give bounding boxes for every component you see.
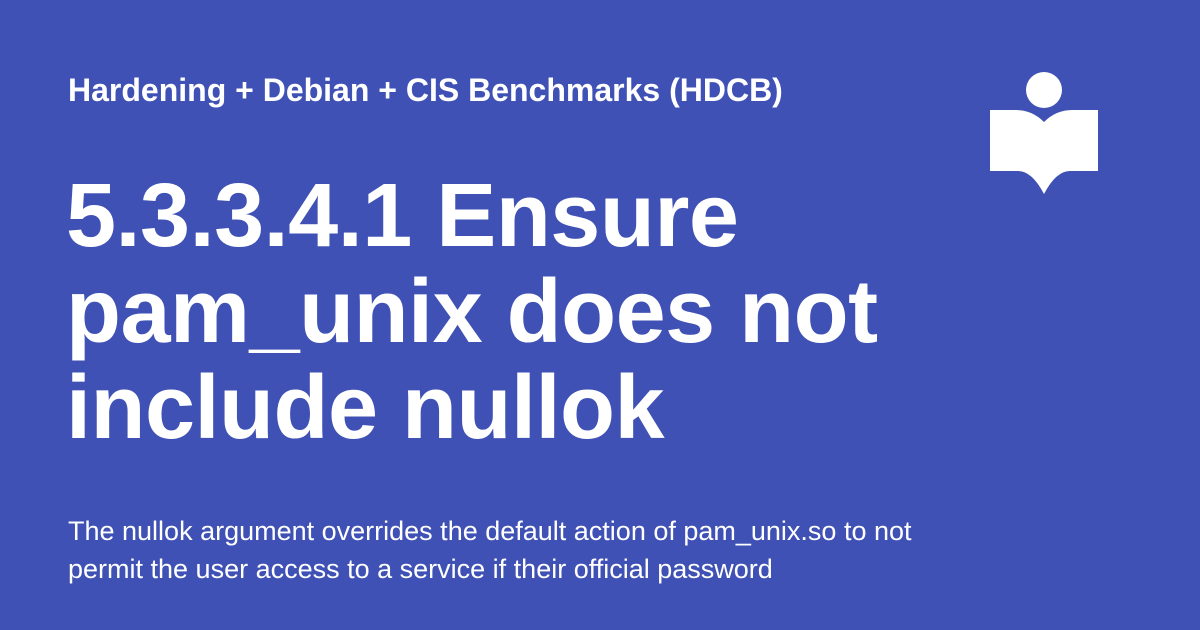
site-name: Hardening + Debian + CIS Benchmarks (HDC…: [68, 72, 783, 108]
reader-book-icon: [990, 72, 1098, 194]
social-card: Hardening + Debian + CIS Benchmarks (HDC…: [0, 0, 1200, 630]
page-title: 5.3.3.4.1 Ensure pam_unix does not inclu…: [66, 166, 878, 458]
page-description: The nullok argument overrides the defaul…: [68, 516, 912, 584]
